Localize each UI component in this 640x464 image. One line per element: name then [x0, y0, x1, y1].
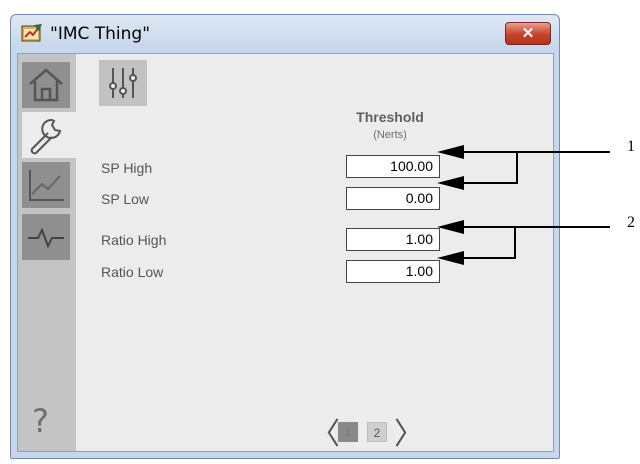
callout-2: 2 — [627, 214, 635, 231]
callout-arrows — [437, 145, 610, 265]
arrowhead-sp-low — [437, 176, 464, 190]
callout-1: 1 — [627, 138, 635, 155]
arrowhead-sp-high — [437, 145, 464, 159]
arrowhead-ratio-high — [437, 220, 464, 234]
arrowhead-ratio-low — [437, 251, 464, 265]
